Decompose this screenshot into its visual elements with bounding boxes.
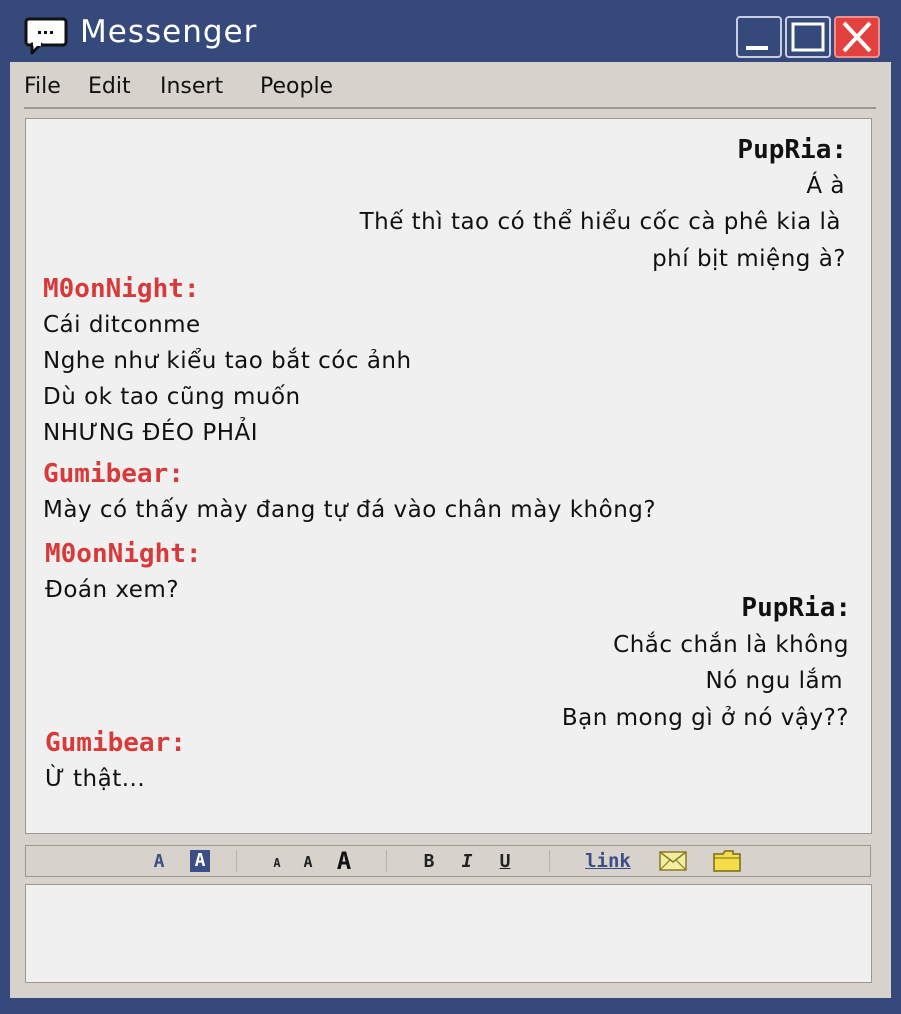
message-line: Nó ngu lắm: [705, 668, 843, 694]
message-line: Ừ thật...: [45, 766, 146, 792]
message-input[interactable]: [25, 884, 872, 983]
message-line: Đoán xem?: [45, 577, 180, 603]
message-line: Á à: [806, 173, 845, 199]
message-line: Bạn mong gì ở nó vậy??: [561, 705, 849, 731]
message-line: Nghe như kiểu tao bắt cóc ảnh: [43, 348, 412, 374]
italic-button[interactable]: I: [454, 846, 480, 876]
minimize-button[interactable]: [736, 16, 782, 58]
maximize-button[interactable]: [785, 16, 831, 58]
maximize-icon: [791, 22, 825, 52]
menu-file[interactable]: File: [24, 74, 61, 99]
close-button[interactable]: [834, 16, 880, 58]
menu-insert[interactable]: Insert: [160, 74, 223, 99]
message-line: Cái ditconme: [43, 312, 201, 338]
menu-bar: File Edit Insert People: [10, 62, 891, 109]
toolbar-divider: [236, 850, 237, 872]
insert-file-button[interactable]: [712, 846, 742, 876]
font-size-medium-button[interactable]: A: [298, 846, 318, 876]
sender-name: M0onNight:: [43, 274, 200, 304]
envelope-icon: [659, 851, 687, 871]
message-line: Mày có thấy mày đang tự đá vào chân mày …: [43, 497, 657, 523]
sender-name: M0onNight:: [45, 539, 202, 569]
insert-email-button[interactable]: [658, 846, 688, 876]
font-color-button[interactable]: A: [148, 846, 170, 876]
message-line: Dù ok tao cũng muốn: [43, 384, 301, 410]
format-toolbar: A A A A A B I U link: [25, 845, 871, 877]
close-icon: [842, 21, 872, 53]
font-size-large-button[interactable]: A: [330, 846, 358, 876]
bold-button[interactable]: B: [416, 846, 442, 876]
sender-name: Gumibear:: [43, 459, 184, 489]
folder-icon: [713, 850, 741, 872]
toolbar-divider: [549, 850, 550, 872]
message-line: Thế thì tao có thể hiểu cốc cà phê kia l…: [359, 209, 841, 235]
message-line: Chắc chắn là không: [613, 632, 849, 658]
menu-divider: [24, 107, 876, 109]
font-size-small-button[interactable]: A: [268, 846, 286, 876]
message-line: NHƯNG ĐÉO PHẢI: [43, 420, 259, 446]
sender-name: PupRia:: [741, 593, 851, 623]
underline-button[interactable]: U: [492, 846, 518, 876]
app-title: Messenger: [80, 14, 258, 50]
chat-log[interactable]: PupRia: Á à Thế thì tao có thể hiểu cốc …: [25, 118, 872, 834]
highlight-button[interactable]: A: [186, 846, 214, 876]
menu-people[interactable]: People: [260, 74, 333, 99]
toolbar-divider: [386, 850, 387, 872]
sender-name: Gumibear:: [45, 728, 186, 758]
title-bar: Messenger: [0, 0, 901, 62]
sender-name: PupRia:: [737, 135, 847, 165]
insert-link-button[interactable]: link: [582, 846, 634, 876]
minimize-icon: [746, 46, 768, 50]
menu-edit[interactable]: Edit: [88, 74, 131, 99]
message-line: phí bịt miệng à?: [652, 246, 846, 272]
messenger-window: File Edit Insert People PupRia: Á à Thế …: [10, 62, 891, 998]
chat-bubble-icon: [24, 17, 68, 55]
